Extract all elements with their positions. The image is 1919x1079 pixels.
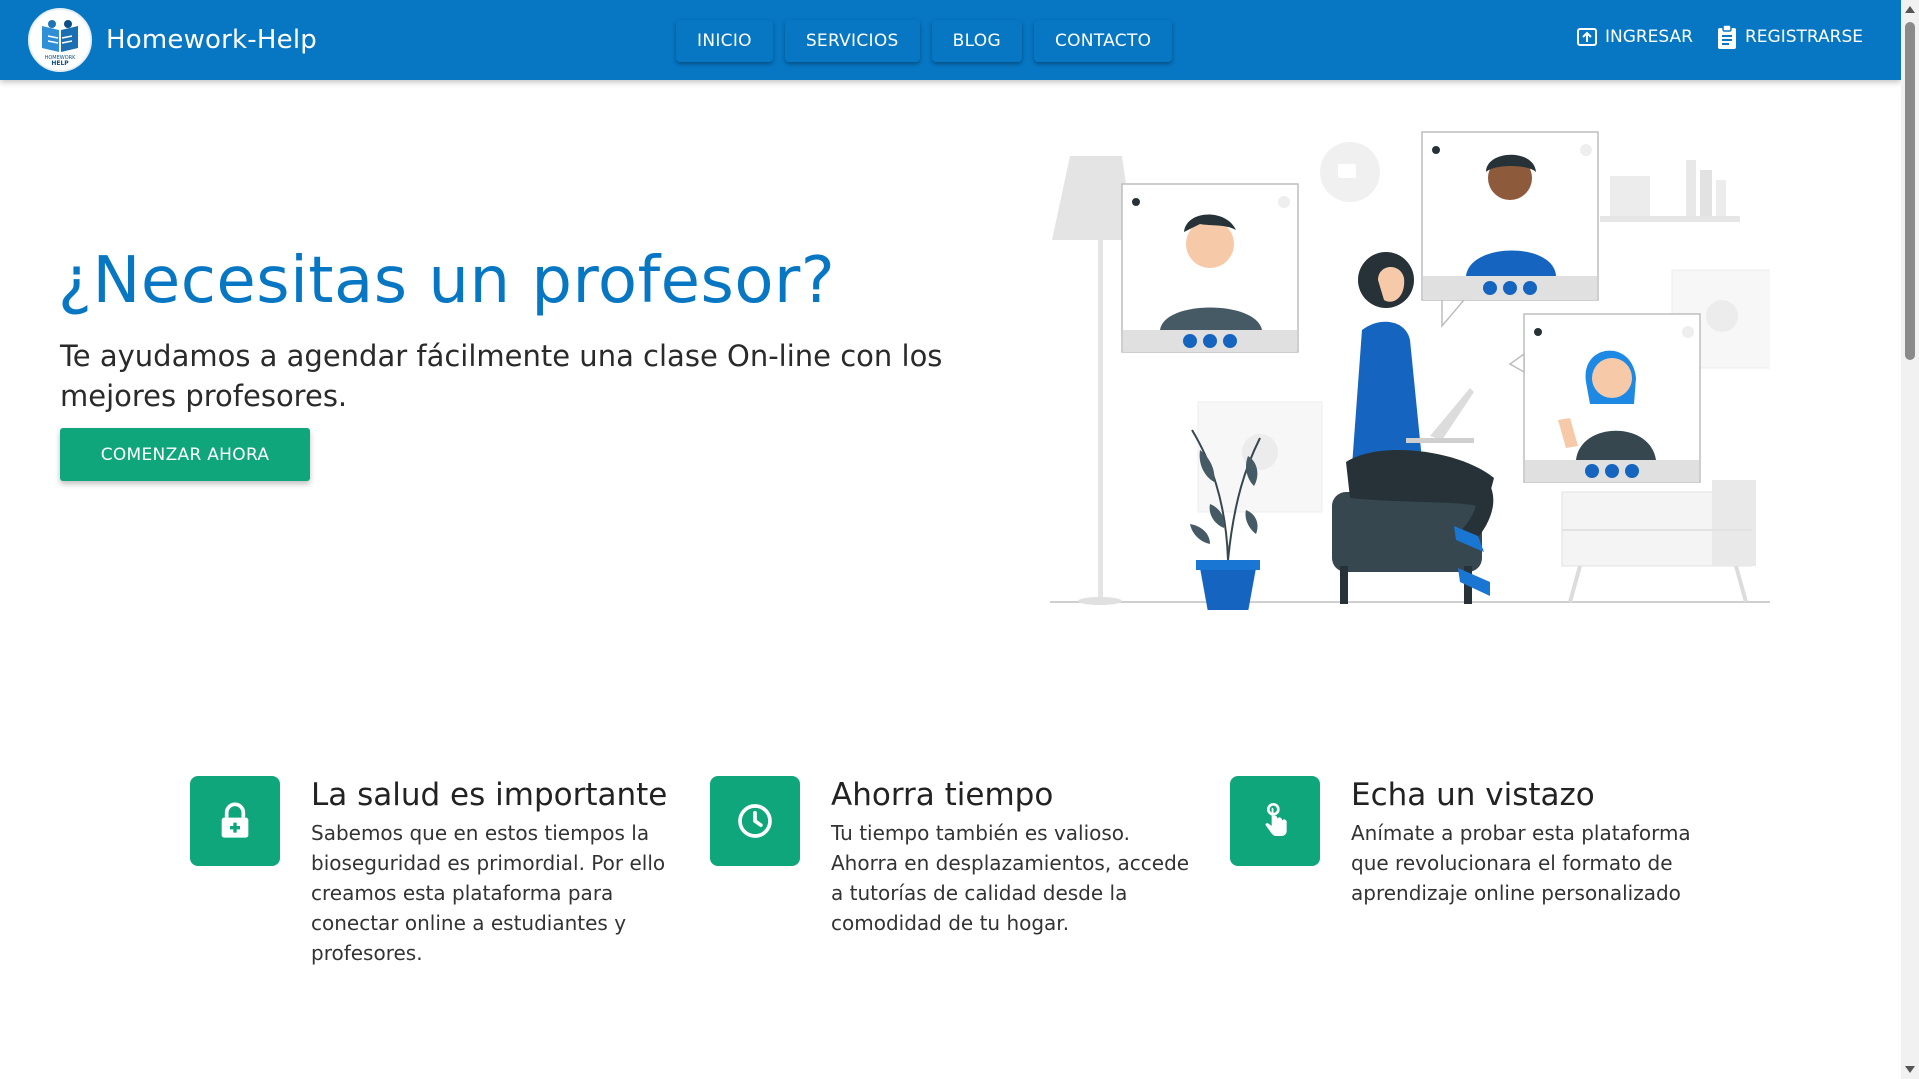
feature-description: Anímate a probar esta plataforma que rev…	[1351, 821, 1691, 905]
main-nav: INICIO SERVICIOS BLOG CONTACTO	[676, 20, 1173, 62]
scroll-down-arrow-icon[interactable]	[1905, 1066, 1915, 1073]
start-now-button[interactable]: COMENZAR AHORA	[60, 428, 310, 481]
feature-title: Echa un vistazo	[1351, 777, 1595, 813]
nav-contacto[interactable]: CONTACTO	[1033, 20, 1173, 62]
scroll-thumb[interactable]	[1905, 22, 1915, 360]
hero-title: ¿Necesitas un profesor?	[58, 244, 836, 318]
brand-logo[interactable]: HOMEWORK HELP	[28, 8, 92, 72]
book-logo-icon: HOMEWORK HELP	[42, 20, 78, 67]
login-link[interactable]: INGRESAR	[1575, 24, 1693, 50]
login-label: INGRESAR	[1604, 27, 1693, 47]
lock-plus-icon	[221, 802, 249, 838]
feature-health: La salud es importante Sabemos que en es…	[190, 776, 671, 968]
register-link[interactable]: REGISTRARSE	[1715, 24, 1863, 50]
auth-actions: INGRESAR REGISTRARSE	[1575, 24, 1863, 50]
clipboard-icon	[1717, 24, 1736, 49]
register-label: REGISTRARSE	[1744, 27, 1863, 47]
feature-title: Ahorra tiempo	[831, 777, 1054, 813]
online-class-illustration	[1050, 131, 1770, 610]
feature-title: La salud es importante	[311, 777, 668, 813]
feature-look: Echa un vistazo Anímate a probar esta pl…	[1230, 776, 1721, 908]
feature-icon-box	[710, 776, 800, 866]
hero-subtitle: Te ayudamos a agendar fácilmente una cla…	[60, 339, 943, 413]
feature-description: Tu tiempo también es valioso. Ahorra en …	[831, 821, 1190, 935]
scroll-up-arrow-icon[interactable]	[1905, 6, 1915, 13]
nav-blog[interactable]: BLOG	[931, 20, 1022, 62]
brand[interactable]: HOMEWORK HELP Homework-Help	[28, 8, 317, 72]
feature-description: Sabemos que en estos tiempos la biosegur…	[311, 821, 666, 965]
nav-inicio[interactable]: INICIO	[676, 20, 773, 62]
nav-servicios[interactable]: SERVICIOS	[784, 20, 920, 62]
feature-time: Ahorra tiempo Tu tiempo también es valio…	[710, 776, 1201, 938]
clock-icon	[738, 804, 772, 838]
tap-hand-icon	[1265, 803, 1287, 836]
feature-icon-box	[1230, 776, 1320, 866]
brand-name[interactable]: Homework-Help	[106, 25, 317, 55]
feature-icon-box	[190, 776, 280, 866]
login-icon	[1576, 28, 1597, 46]
navbar: HOMEWORK HELP Homework-Help INICIO SERVI…	[0, 0, 1901, 80]
logo-text-bottom: HELP	[51, 60, 69, 67]
page-scrollbar[interactable]	[1901, 0, 1919, 1079]
